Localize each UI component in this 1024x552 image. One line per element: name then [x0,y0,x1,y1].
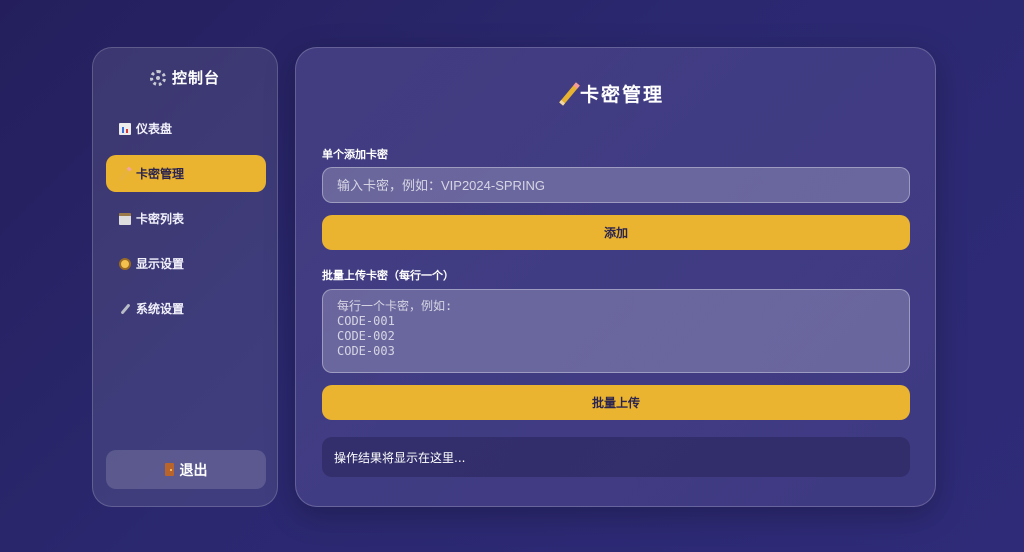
sidebar: 控制台 仪表盘 卡密管理 卡密列表 显示设置 系统设置 退出 [92,47,278,507]
result-panel: 操作结果将显示在这里... [322,437,910,477]
sidebar-title: 控制台 [171,69,220,87]
sidebar-item-label: 仪表盘 [136,122,173,136]
sidebar-item-dashboard[interactable]: 仪表盘 [106,110,266,147]
sidebar-item-label: 系统设置 [136,302,185,316]
bar-chart-icon [119,122,131,135]
sidebar-nav: 仪表盘 卡密管理 卡密列表 显示设置 系统设置 [106,110,266,335]
sidebar-item-display-settings[interactable]: 显示设置 [106,245,266,282]
page-title-text: 卡密管理 [579,84,664,106]
result-text: 操作结果将显示在这里... [334,450,466,465]
gear-icon [149,69,166,86]
sidebar-item-card-list[interactable]: 卡密列表 [106,200,266,237]
page-title: 卡密管理 [296,80,935,107]
wrench-icon [120,302,131,315]
pencil-icon [559,81,580,106]
batch-codes-textarea[interactable] [322,289,910,373]
sidebar-item-label: 显示设置 [136,257,185,271]
sidebar-item-label: 卡密管理 [136,167,185,181]
single-add-label: 单个添加卡密 [322,148,388,161]
eye-icon [119,257,131,270]
add-button[interactable]: 添加 [322,215,910,250]
card-code-input[interactable] [322,167,910,203]
main-panel: 卡密管理 单个添加卡密 添加 批量上传卡密（每行一个） 批量上传 操作结果将显示… [295,47,936,507]
sidebar-header: 控制台 [93,67,277,88]
pencil-icon [118,166,132,181]
logout-button[interactable]: 退出 [106,450,266,489]
logout-label: 退出 [179,462,208,479]
sidebar-item-card-management[interactable]: 卡密管理 [106,155,266,192]
batch-upload-label: 批量上传卡密（每行一个） [322,269,454,282]
sidebar-item-system-settings[interactable]: 系统设置 [106,290,266,327]
door-icon [164,463,174,476]
sidebar-item-label: 卡密列表 [136,212,185,226]
batch-upload-button[interactable]: 批量上传 [322,385,910,420]
clipboard-icon [119,212,131,225]
